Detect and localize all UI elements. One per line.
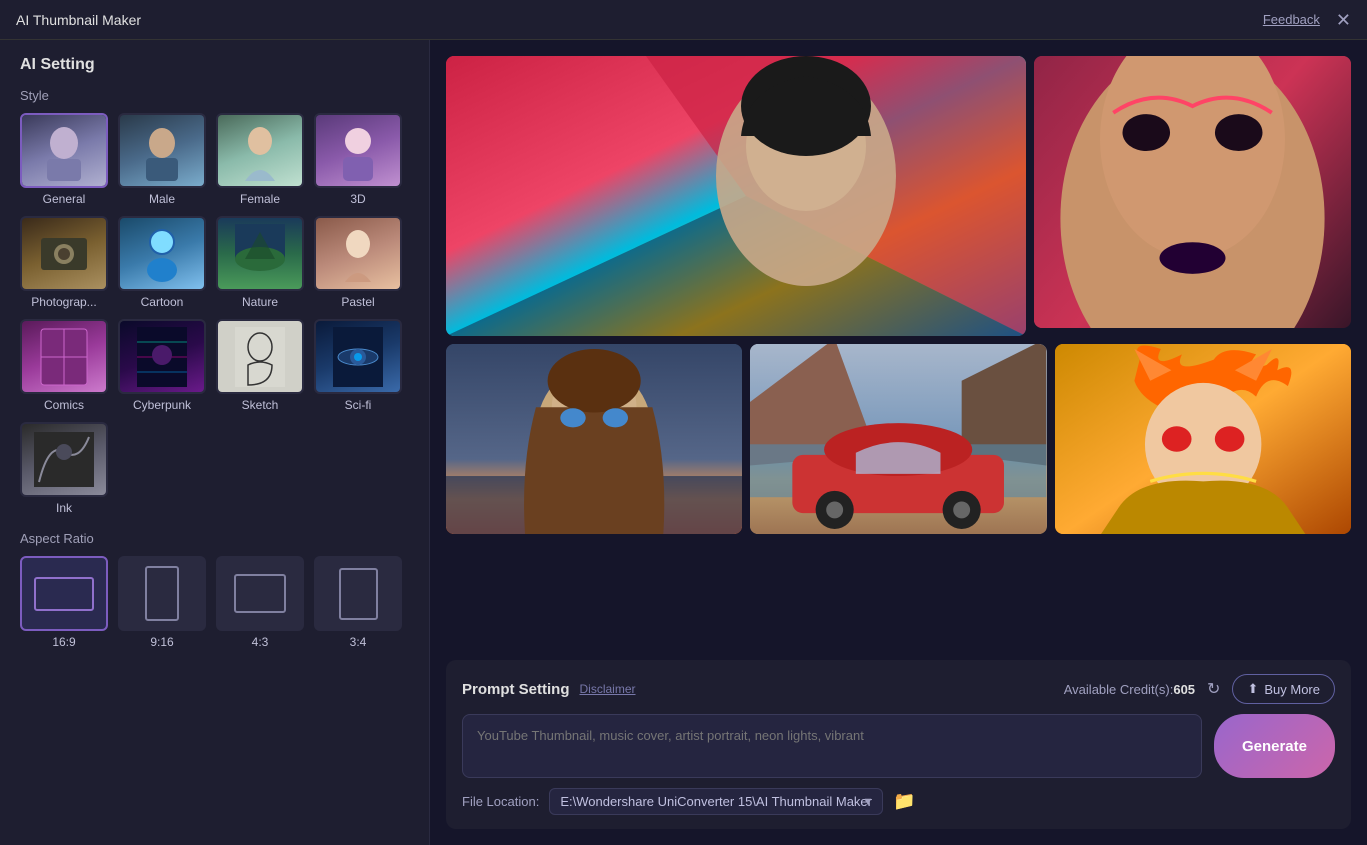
style-item-cartoon[interactable]: Cartoon <box>118 216 206 309</box>
style-thumb-nature <box>216 216 304 291</box>
aspect-item-4-3[interactable]: 4:3 <box>216 556 304 649</box>
style-label-comics: Comics <box>44 398 84 412</box>
aspect-thumb-16-9 <box>20 556 108 631</box>
style-item-sci-fi[interactable]: Sci-fi <box>314 319 402 412</box>
style-thumb-3d <box>314 113 402 188</box>
prompt-section: Prompt Setting Disclaimer Available Cred… <box>446 660 1351 829</box>
content-area: Prompt Setting Disclaimer Available Cred… <box>430 40 1367 845</box>
style-label-ink: Ink <box>56 501 72 515</box>
style-label-nature: Nature <box>242 295 278 309</box>
gallery-bottom-image-2[interactable] <box>750 344 1046 534</box>
gallery-bottom-image-3[interactable] <box>1055 344 1351 534</box>
style-item-male[interactable]: Male <box>118 113 206 206</box>
style-item-ink[interactable]: Ink <box>20 422 108 515</box>
gallery-wrapper <box>446 56 1351 660</box>
prompt-header-left: Prompt Setting Disclaimer <box>462 681 636 698</box>
title-bar-controls: Feedback ✕ <box>1263 11 1351 29</box>
gallery-bottom-row <box>446 344 1351 534</box>
file-location-select[interactable]: E:\Wondershare UniConverter 15\AI Thumbn… <box>549 788 883 815</box>
prompt-header: Prompt Setting Disclaimer Available Cred… <box>462 674 1335 704</box>
aspect-label-4-3: 4:3 <box>252 635 269 649</box>
style-label-pastel: Pastel <box>341 295 374 309</box>
style-thumb-general <box>20 113 108 188</box>
style-label-cartoon: Cartoon <box>141 295 184 309</box>
aspect-label-3-4: 3:4 <box>350 635 367 649</box>
style-item-photograph[interactable]: Photograp... <box>20 216 108 309</box>
style-thumb-cyberpunk <box>118 319 206 394</box>
folder-icon[interactable]: 📁 <box>893 791 915 812</box>
aspect-item-9-16[interactable]: 9:16 <box>118 556 206 649</box>
prompt-textarea[interactable] <box>462 714 1202 778</box>
feedback-link[interactable]: Feedback <box>1263 12 1320 27</box>
gallery-top-row <box>446 56 1351 336</box>
gallery-side-image-1[interactable] <box>1034 56 1351 328</box>
aspect-section-label: Aspect Ratio <box>20 531 409 546</box>
style-label-sketch: Sketch <box>242 398 279 412</box>
style-item-female[interactable]: Female <box>216 113 304 206</box>
style-item-nature[interactable]: Nature <box>216 216 304 309</box>
close-button[interactable]: ✕ <box>1336 11 1351 29</box>
sidebar-heading: AI Setting <box>20 56 409 74</box>
buy-more-icon: ⬆ <box>1247 681 1258 697</box>
style-thumb-sci-fi <box>314 319 402 394</box>
style-label-photograph: Photograp... <box>31 295 96 309</box>
file-location-label: File Location: <box>462 794 539 809</box>
style-thumb-cartoon <box>118 216 206 291</box>
style-thumb-sketch <box>216 319 304 394</box>
file-location-bar: File Location: E:\Wondershare UniConvert… <box>462 788 1335 815</box>
aspect-ratio-section: Aspect Ratio 16:9 9:16 <box>20 531 409 649</box>
aspect-grid: 16:9 9:16 4:3 <box>20 556 409 649</box>
sidebar: AI Setting Style General M <box>0 40 430 845</box>
style-thumb-photograph <box>20 216 108 291</box>
style-label-sci-fi: Sci-fi <box>345 398 372 412</box>
style-section-label: Style <box>20 88 409 103</box>
gallery-bottom-image-1[interactable] <box>446 344 742 534</box>
style-label-male: Male <box>149 192 175 206</box>
app-title: AI Thumbnail Maker <box>16 12 141 28</box>
prompt-input-row: Generate <box>462 714 1335 778</box>
aspect-item-3-4[interactable]: 3:4 <box>314 556 402 649</box>
style-item-sketch[interactable]: Sketch <box>216 319 304 412</box>
style-label-3d: 3D <box>350 192 365 206</box>
aspect-thumb-4-3 <box>216 556 304 631</box>
gallery-main-image[interactable] <box>446 56 1026 336</box>
credits-value: 605 <box>1173 682 1195 697</box>
style-item-comics[interactable]: Comics <box>20 319 108 412</box>
generate-button[interactable]: Generate <box>1214 714 1335 778</box>
aspect-thumb-9-16 <box>118 556 206 631</box>
style-thumb-comics <box>20 319 108 394</box>
prompt-header-right: Available Credit(s):605 ↻ ⬆ Buy More <box>1064 674 1335 704</box>
style-item-general[interactable]: General <box>20 113 108 206</box>
style-thumb-male <box>118 113 206 188</box>
main-layout: AI Setting Style General M <box>0 40 1367 845</box>
buy-more-button[interactable]: ⬆ Buy More <box>1232 674 1335 704</box>
style-label-female: Female <box>240 192 280 206</box>
prompt-title: Prompt Setting <box>462 681 570 698</box>
style-item-pastel[interactable]: Pastel <box>314 216 402 309</box>
style-label-cyberpunk: Cyberpunk <box>133 398 191 412</box>
aspect-label-16-9: 16:9 <box>52 635 75 649</box>
disclaimer-link[interactable]: Disclaimer <box>580 682 636 696</box>
refresh-icon[interactable]: ↻ <box>1207 679 1220 699</box>
aspect-label-9-16: 9:16 <box>150 635 173 649</box>
title-bar: AI Thumbnail Maker Feedback ✕ <box>0 0 1367 40</box>
file-location-select-wrapper: E:\Wondershare UniConverter 15\AI Thumbn… <box>549 788 883 815</box>
style-thumb-ink <box>20 422 108 497</box>
credits-label: Available Credit(s):605 <box>1064 682 1195 697</box>
style-label-general: General <box>43 192 86 206</box>
style-item-cyberpunk[interactable]: Cyberpunk <box>118 319 206 412</box>
aspect-thumb-3-4 <box>314 556 402 631</box>
style-thumb-pastel <box>314 216 402 291</box>
style-item-3d[interactable]: 3D <box>314 113 402 206</box>
style-grid: General Male Female <box>20 113 409 515</box>
aspect-item-16-9[interactable]: 16:9 <box>20 556 108 649</box>
style-thumb-female <box>216 113 304 188</box>
